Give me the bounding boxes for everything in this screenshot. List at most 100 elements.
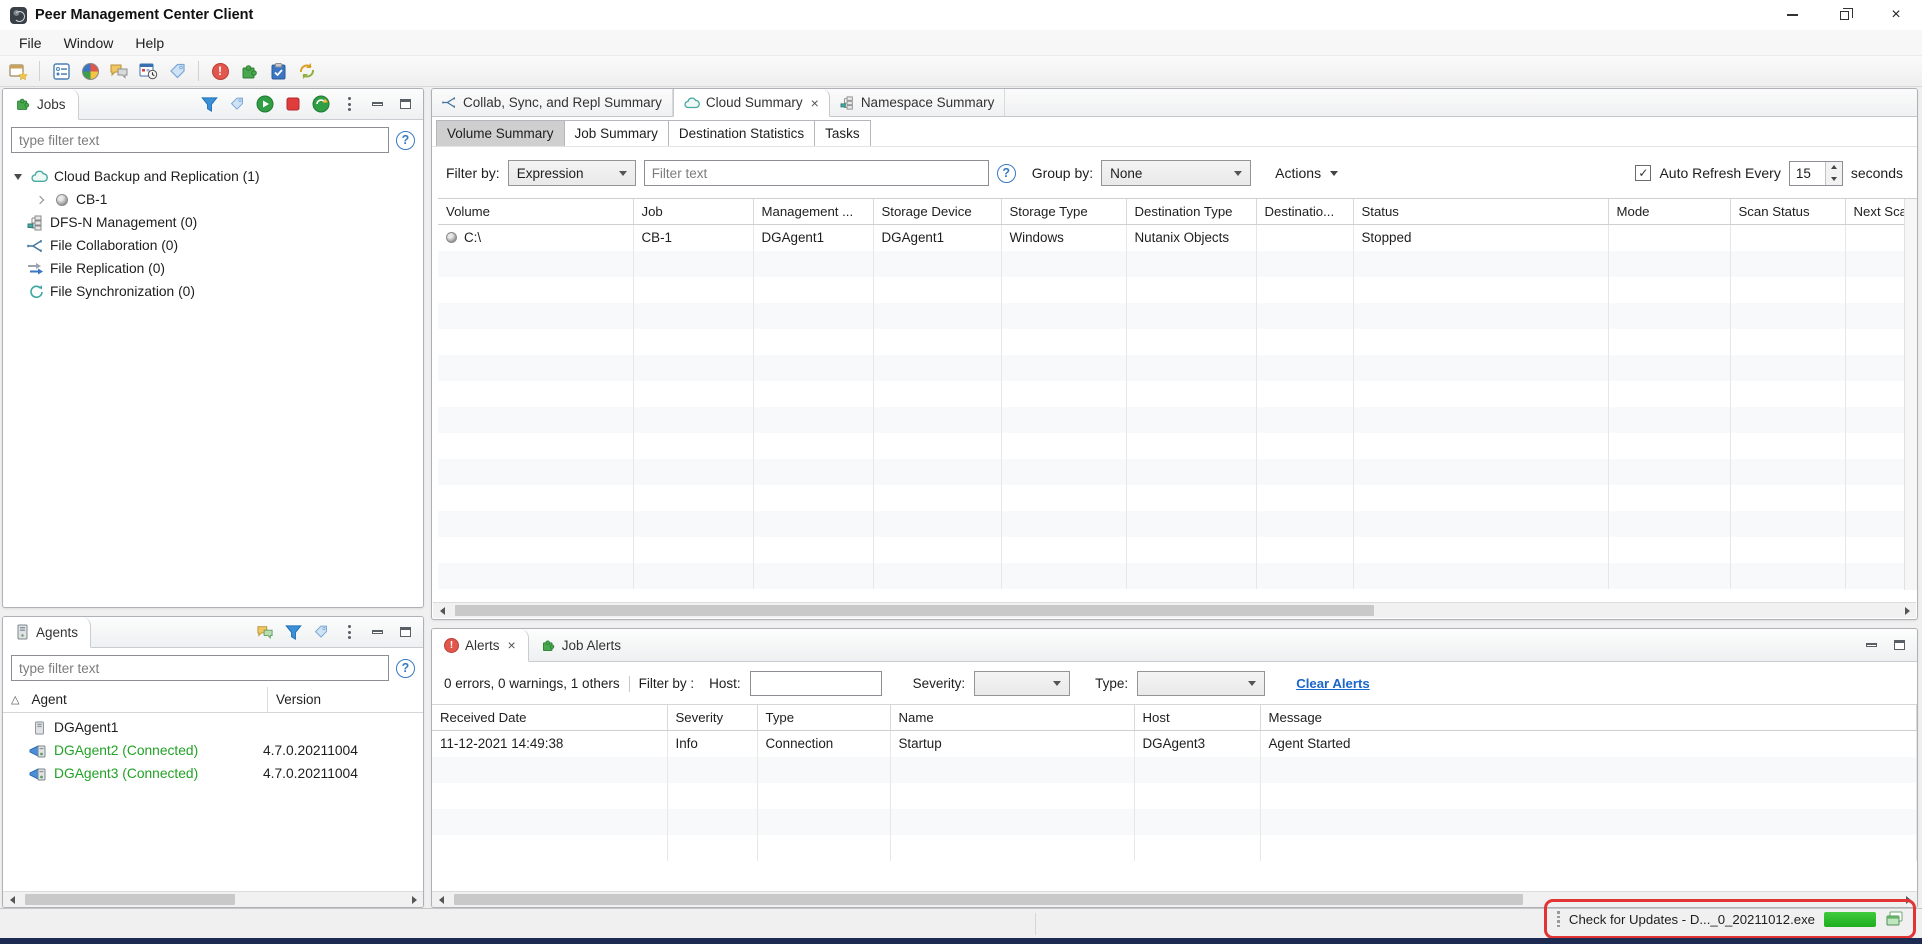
tag-jobs-button[interactable]	[227, 94, 247, 114]
agents-col-agent[interactable]: △ Agent	[3, 687, 268, 712]
alerts-toolbar-button[interactable]: !	[208, 59, 232, 83]
chevron-collapsed-icon[interactable]	[33, 197, 47, 203]
filter-expression-combo[interactable]: Expression	[508, 160, 636, 186]
job-alerts-tab[interactable]: Job Alerts	[529, 629, 633, 661]
tab-namespace-summary[interactable]: Namespace Summary	[830, 89, 1006, 116]
maximize-alerts-panel-button[interactable]	[1889, 635, 1909, 655]
agents-horizontal-scrollbar[interactable]	[3, 891, 423, 907]
scroll-left-icon[interactable]	[7, 895, 17, 905]
alerts-table-row[interactable]: 11-12-2021 14:49:38 Info Connection Star…	[432, 731, 1917, 757]
col-scan-status[interactable]: Scan Status	[1730, 199, 1845, 225]
subtab-job-summary[interactable]: Job Summary	[564, 120, 669, 146]
col-severity[interactable]: Severity	[667, 705, 757, 731]
jobs-filter-input[interactable]	[11, 127, 389, 153]
subtab-destination-statistics[interactable]: Destination Statistics	[668, 120, 815, 146]
subtab-volume-summary[interactable]: Volume Summary	[436, 120, 565, 146]
alerts-tab[interactable]: ! Alerts ×	[432, 629, 529, 662]
tree-item-file-sync[interactable]: File Synchronization (0)	[3, 280, 423, 303]
col-name[interactable]: Name	[890, 705, 1134, 731]
subtab-tasks[interactable]: Tasks	[814, 120, 871, 146]
tab-collab-sync-repl-summary[interactable]: Collab, Sync, and Repl Summary	[432, 89, 673, 116]
schedule-button[interactable]	[136, 59, 160, 83]
filter-jobs-button[interactable]	[199, 94, 219, 114]
tree-item-file-collab[interactable]: File Collaboration (0)	[3, 234, 423, 257]
col-job[interactable]: Job	[633, 199, 753, 225]
scrollbar-thumb[interactable]	[454, 894, 1523, 905]
clear-alerts-link[interactable]: Clear Alerts	[1296, 676, 1370, 691]
tab-cloud-summary[interactable]: Cloud Summary ×	[673, 89, 830, 117]
col-management[interactable]: Management ...	[753, 199, 873, 225]
tag-agents-button[interactable]	[311, 622, 331, 642]
col-status[interactable]: Status	[1353, 199, 1608, 225]
spin-down-icon[interactable]	[1826, 173, 1842, 185]
restart-job-button[interactable]	[311, 94, 331, 114]
host-filter-input[interactable]	[750, 671, 882, 696]
close-window-button[interactable]: ×	[1870, 0, 1922, 30]
col-storage-device[interactable]: Storage Device	[873, 199, 1001, 225]
tasks-toolbar-button[interactable]	[266, 59, 290, 83]
minimize-window-button[interactable]	[1766, 0, 1818, 30]
actions-dropdown[interactable]: Actions	[1275, 165, 1338, 181]
close-tab-icon[interactable]: ×	[811, 95, 819, 111]
agents-filter-input[interactable]	[11, 655, 389, 681]
preferences-button[interactable]	[49, 59, 73, 83]
group-by-combo[interactable]: None	[1101, 160, 1251, 186]
minimize-jobs-panel-button[interactable]	[367, 94, 387, 114]
volume-vertical-scrollbar[interactable]	[1904, 199, 1917, 590]
close-tab-icon[interactable]: ×	[508, 637, 516, 653]
col-type[interactable]: Type	[757, 705, 890, 731]
statusbar-grip[interactable]	[1557, 911, 1560, 927]
help-icon[interactable]: ?	[396, 131, 415, 150]
minimize-agents-panel-button[interactable]	[367, 622, 387, 642]
col-received-date[interactable]: Received Date	[432, 705, 667, 731]
col-destination-type[interactable]: Destination Type	[1126, 199, 1256, 225]
agents-tab[interactable]: Agents	[3, 617, 91, 648]
jobs-tab[interactable]: Jobs	[3, 89, 79, 120]
menu-file[interactable]: File	[8, 32, 53, 54]
start-job-button[interactable]	[255, 94, 275, 114]
updates-windows-icon[interactable]	[1885, 911, 1904, 928]
stop-job-button[interactable]	[283, 94, 303, 114]
scrollbar-thumb[interactable]	[25, 894, 235, 905]
support-button[interactable]	[107, 59, 131, 83]
filter-agents-button[interactable]	[283, 622, 303, 642]
col-volume[interactable]: Volume	[438, 199, 633, 225]
tree-item-cloud-backup[interactable]: Cloud Backup and Replication (1)	[3, 165, 423, 188]
volume-table-row[interactable]: C:\ CB-1 DGAgent1 DGAgent1 Windows Nutan…	[438, 225, 1917, 251]
col-message[interactable]: Message	[1260, 705, 1917, 731]
scroll-right-icon[interactable]	[1902, 606, 1912, 616]
agent-messages-button[interactable]	[255, 622, 275, 642]
agent-row[interactable]: DGAgent1	[3, 716, 423, 739]
tree-item-file-repl[interactable]: File Replication (0)	[3, 257, 423, 280]
help-icon[interactable]: ?	[396, 659, 415, 678]
agent-row[interactable]: DGAgent3 (Connected) 4.7.0.20211004	[3, 762, 423, 785]
agent-row[interactable]: DGAgent2 (Connected) 4.7.0.20211004	[3, 739, 423, 762]
tags-button[interactable]	[165, 59, 189, 83]
volume-filter-text-input[interactable]	[644, 160, 989, 186]
jobs-view-menu-button[interactable]	[339, 94, 359, 114]
agents-view-menu-button[interactable]	[339, 622, 359, 642]
scrollbar-thumb[interactable]	[455, 605, 1374, 616]
refresh-toolbar-button[interactable]	[295, 59, 319, 83]
col-destination[interactable]: Destinatio...	[1256, 199, 1353, 225]
volume-horizontal-scrollbar[interactable]	[433, 602, 1916, 618]
tree-item-dfsn[interactable]: DFS-N Management (0)	[3, 211, 423, 234]
auto-refresh-checkbox[interactable]: ✓	[1635, 165, 1651, 181]
scroll-left-icon[interactable]	[437, 606, 447, 616]
type-combo[interactable]	[1137, 671, 1265, 696]
agents-col-version[interactable]: Version	[268, 687, 423, 712]
tree-item-cb1[interactable]: CB-1	[3, 188, 423, 211]
menu-help[interactable]: Help	[124, 32, 175, 54]
maximize-agents-panel-button[interactable]	[395, 622, 415, 642]
minimize-alerts-panel-button[interactable]	[1861, 635, 1881, 655]
job-alerts-toolbar-button[interactable]	[237, 59, 261, 83]
col-mode[interactable]: Mode	[1608, 199, 1730, 225]
restore-window-button[interactable]	[1818, 0, 1870, 30]
scroll-right-icon[interactable]	[409, 895, 419, 905]
scroll-left-icon[interactable]	[436, 895, 446, 905]
power-options-button[interactable]	[78, 59, 102, 83]
new-job-button[interactable]	[6, 59, 30, 83]
chevron-expanded-icon[interactable]	[11, 174, 25, 180]
help-icon[interactable]: ?	[997, 164, 1016, 183]
severity-combo[interactable]	[974, 671, 1070, 696]
